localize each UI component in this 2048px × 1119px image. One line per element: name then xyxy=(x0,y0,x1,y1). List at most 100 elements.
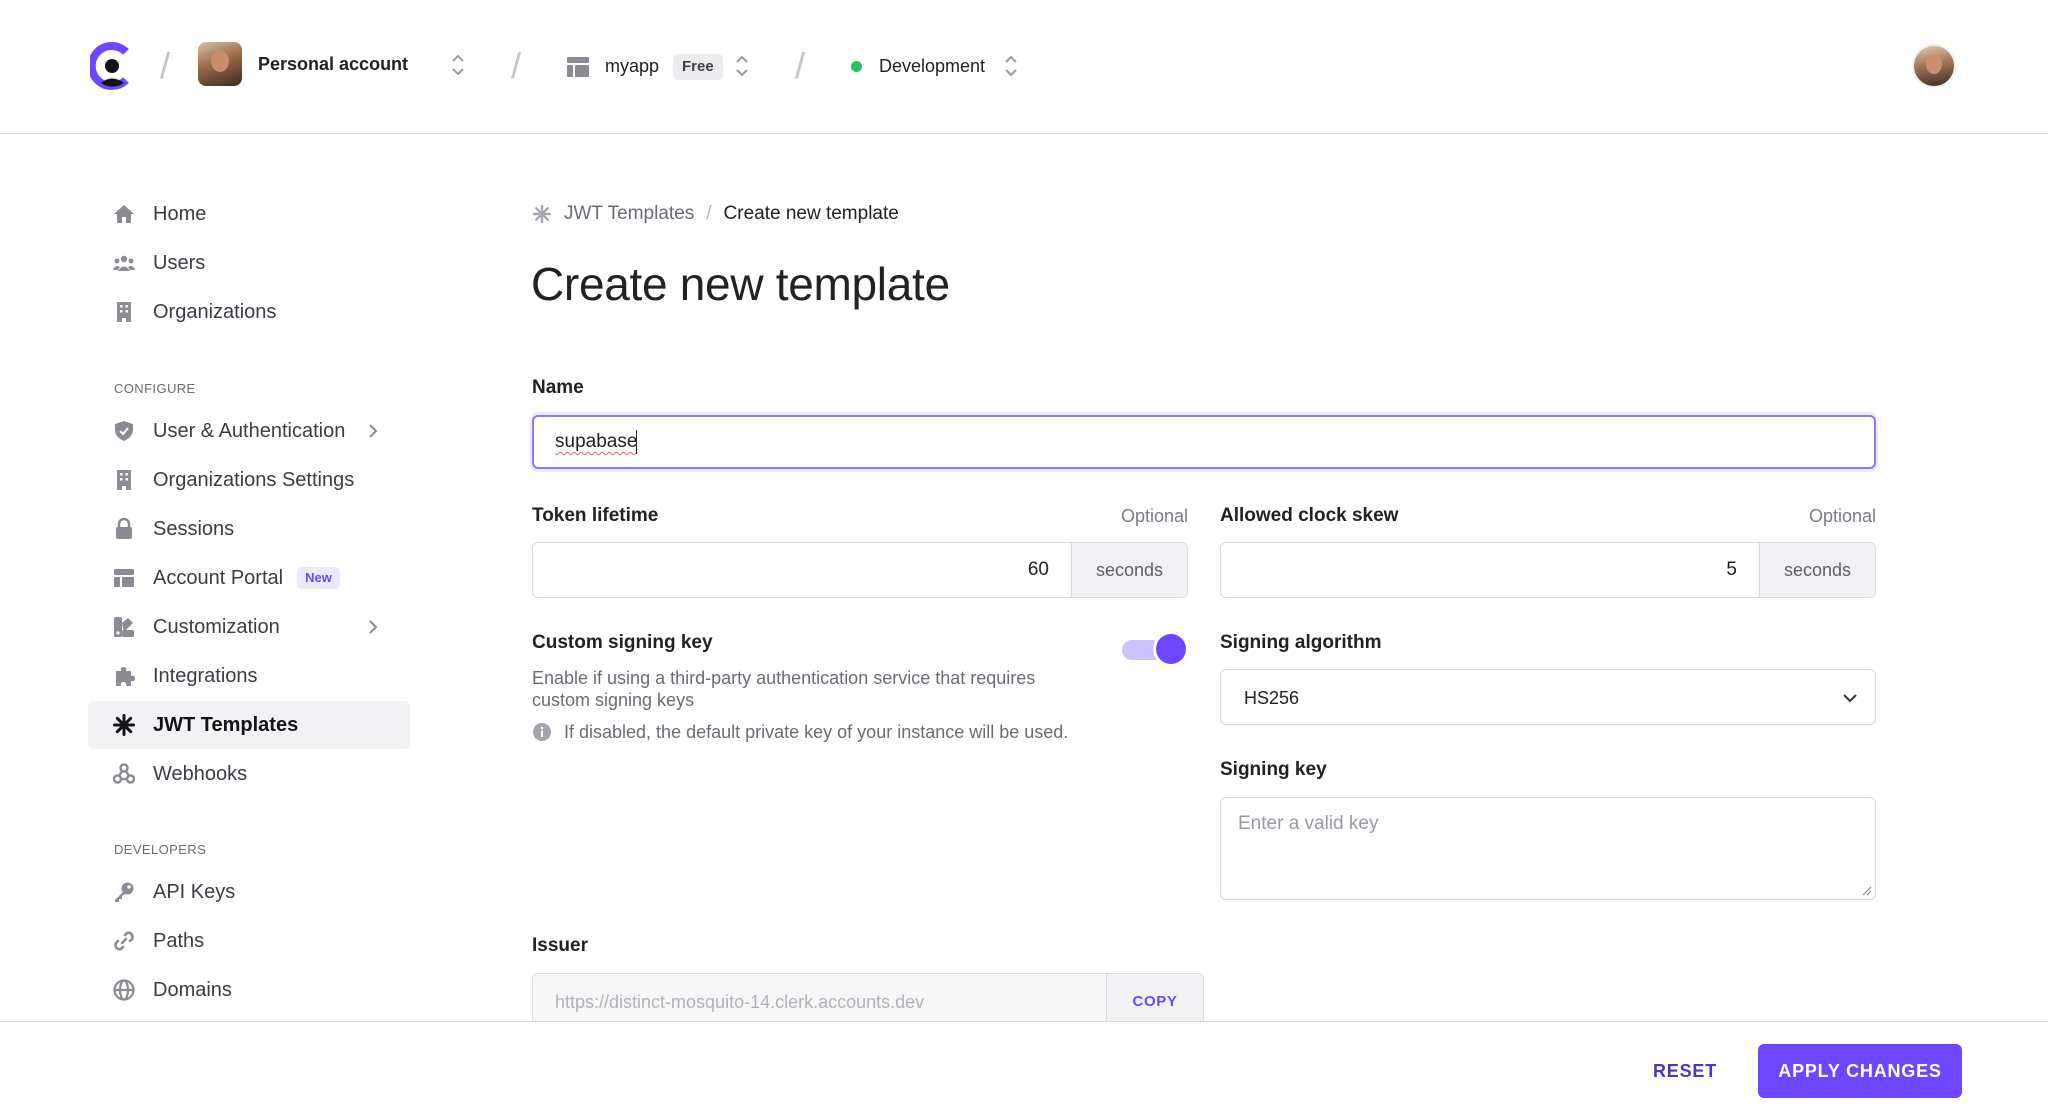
account-switcher-chevron-icon[interactable] xyxy=(451,52,465,78)
copy-issuer-button[interactable]: COPY xyxy=(1106,974,1203,1025)
token-lifetime-optional: Optional xyxy=(1120,506,1188,526)
signing-algorithm-value: HS256 xyxy=(1244,688,1300,708)
header-separator: / xyxy=(511,45,522,86)
application-switcher-chevron-icon[interactable] xyxy=(735,53,749,79)
shield-icon xyxy=(112,419,136,443)
breadcrumb-separator: / xyxy=(706,203,712,224)
environment-switcher-chevron-icon[interactable] xyxy=(1004,53,1018,79)
sidebar-item-sessions[interactable]: Sessions xyxy=(88,505,410,553)
custom-signing-key-info: If disabled, the default private key of … xyxy=(532,720,1068,744)
application-switcher-label[interactable]: myapp xyxy=(605,54,659,78)
home-icon xyxy=(112,202,136,226)
signing-key-label: Signing key xyxy=(1220,759,1327,780)
lock-icon xyxy=(112,517,136,541)
sidebar-item-label: Account Portal xyxy=(153,567,284,589)
clerk-logo-icon[interactable] xyxy=(90,42,134,90)
sidebar-item-label: Domains xyxy=(153,979,232,1001)
sidebar-item-customization[interactable]: Customization xyxy=(88,603,410,651)
layout-icon xyxy=(112,566,136,590)
token-lifetime-field[interactable]: 60 seconds xyxy=(532,542,1188,598)
sidebar-item-user-authentication[interactable]: User & Authentication xyxy=(88,407,410,455)
sidebar-item-label: Webhooks xyxy=(153,763,248,785)
header-separator: / xyxy=(795,45,806,86)
account-switcher-label[interactable]: Personal account xyxy=(258,52,408,76)
custom-signing-key-help: Enable if using a third-party authentica… xyxy=(532,668,1036,710)
sidebar-item-organizations[interactable]: Organizations xyxy=(88,288,410,336)
sidebar-section-title-developers: DEVELOPERS xyxy=(114,842,207,857)
chevron-down-icon xyxy=(1843,694,1857,703)
token-lifetime-input[interactable]: 60 xyxy=(533,543,1071,597)
name-input-value: supabase xyxy=(555,431,638,452)
sidebar-item-label: Users xyxy=(153,252,206,274)
clock-skew-label: Allowed clock skew xyxy=(1220,505,1399,526)
sidebar-item-label: User & Authentication xyxy=(153,420,346,442)
sidebar-item-label: Organizations xyxy=(153,301,277,323)
sidebar-section-title-configure: CONFIGURE xyxy=(114,381,196,396)
text-caret xyxy=(636,430,637,454)
clock-skew-input[interactable]: 5 xyxy=(1221,543,1759,597)
sidebar-item-domains[interactable]: Domains xyxy=(88,966,410,1014)
asterisk-icon xyxy=(112,713,136,737)
chevron-right-icon xyxy=(369,620,378,634)
token-lifetime-unit: seconds xyxy=(1071,543,1187,597)
chevron-right-icon xyxy=(369,424,378,438)
signing-key-textarea[interactable]: Enter a valid key xyxy=(1220,797,1876,900)
resize-handle-icon[interactable] xyxy=(1860,884,1872,896)
header-separator: / xyxy=(160,45,171,86)
sidebar-item-label: Home xyxy=(153,203,207,225)
info-icon xyxy=(533,723,551,741)
sidebar-item-webhooks[interactable]: Webhooks xyxy=(88,750,410,798)
toggle-knob xyxy=(1156,634,1186,664)
signing-algorithm-select[interactable]: HS256 xyxy=(1220,669,1876,725)
key-icon xyxy=(112,880,136,904)
palette-icon xyxy=(112,615,136,639)
sidebar-item-label: Integrations xyxy=(153,665,258,687)
issuer-field: https://distinct-mosquito-14.clerk.accou… xyxy=(532,973,1204,1025)
users-icon xyxy=(112,251,136,275)
account-avatar[interactable] xyxy=(198,42,242,86)
sidebar-item-integrations[interactable]: Integrations xyxy=(88,652,410,700)
plan-badge: Free xyxy=(673,54,723,80)
sidebar-item-paths[interactable]: Paths xyxy=(88,917,410,965)
name-label: Name xyxy=(532,377,584,398)
page-title: Create new template xyxy=(531,258,950,310)
custom-signing-key-toggle[interactable] xyxy=(1122,632,1188,664)
top-bar: / Personal account / myapp Free / Develo… xyxy=(0,0,2048,134)
issuer-value: https://distinct-mosquito-14.clerk.accou… xyxy=(555,992,925,1012)
breadcrumb-link-jwt-templates[interactable]: JWT Templates xyxy=(564,202,694,226)
webhook-icon xyxy=(112,762,136,786)
link-icon xyxy=(112,929,136,953)
building-icon xyxy=(112,300,136,324)
sidebar-item-home[interactable]: Home xyxy=(88,190,410,238)
globe-icon xyxy=(112,978,136,1002)
asterisk-icon xyxy=(532,204,552,224)
clock-skew-field[interactable]: 5 seconds xyxy=(1220,542,1876,598)
issuer-label: Issuer xyxy=(532,935,588,956)
custom-signing-key-info-text: If disabled, the default private key of … xyxy=(564,722,1069,742)
token-lifetime-label: Token lifetime xyxy=(532,505,659,526)
breadcrumb-current: Create new template xyxy=(723,203,899,224)
application-layout-icon xyxy=(567,57,589,77)
user-avatar[interactable] xyxy=(1912,44,1956,88)
sidebar-item-label: API Keys xyxy=(153,881,236,903)
reset-button[interactable]: RESET xyxy=(1640,1044,1730,1098)
environment-switcher-label[interactable]: Development xyxy=(879,54,985,78)
apply-changes-button[interactable]: APPLY CHANGES xyxy=(1758,1044,1962,1098)
building-icon xyxy=(112,468,136,492)
sidebar-item-label: Customization xyxy=(153,616,280,638)
sidebar-item-users[interactable]: Users xyxy=(88,239,410,287)
clock-skew-optional: Optional xyxy=(1808,506,1876,526)
sidebar-item-organizations-settings[interactable]: Organizations Settings xyxy=(88,456,410,504)
environment-status-dot xyxy=(851,61,862,72)
sidebar-item-label: Paths xyxy=(153,930,205,952)
new-badge: New xyxy=(297,567,340,589)
custom-signing-key-label: Custom signing key xyxy=(532,632,713,653)
sidebar-item-label: Organizations Settings xyxy=(153,469,355,491)
signing-key-placeholder: Enter a valid key xyxy=(1238,813,1379,834)
name-input[interactable] xyxy=(532,415,1876,469)
sidebar-item-jwt-templates[interactable]: JWT Templates xyxy=(88,701,410,749)
sidebar-item-account-portal[interactable]: Account Portal New xyxy=(88,554,410,602)
clock-skew-unit: seconds xyxy=(1759,543,1875,597)
action-footer: RESET APPLY CHANGES xyxy=(0,1021,2048,1119)
sidebar-item-api-keys[interactable]: API Keys xyxy=(88,868,410,916)
